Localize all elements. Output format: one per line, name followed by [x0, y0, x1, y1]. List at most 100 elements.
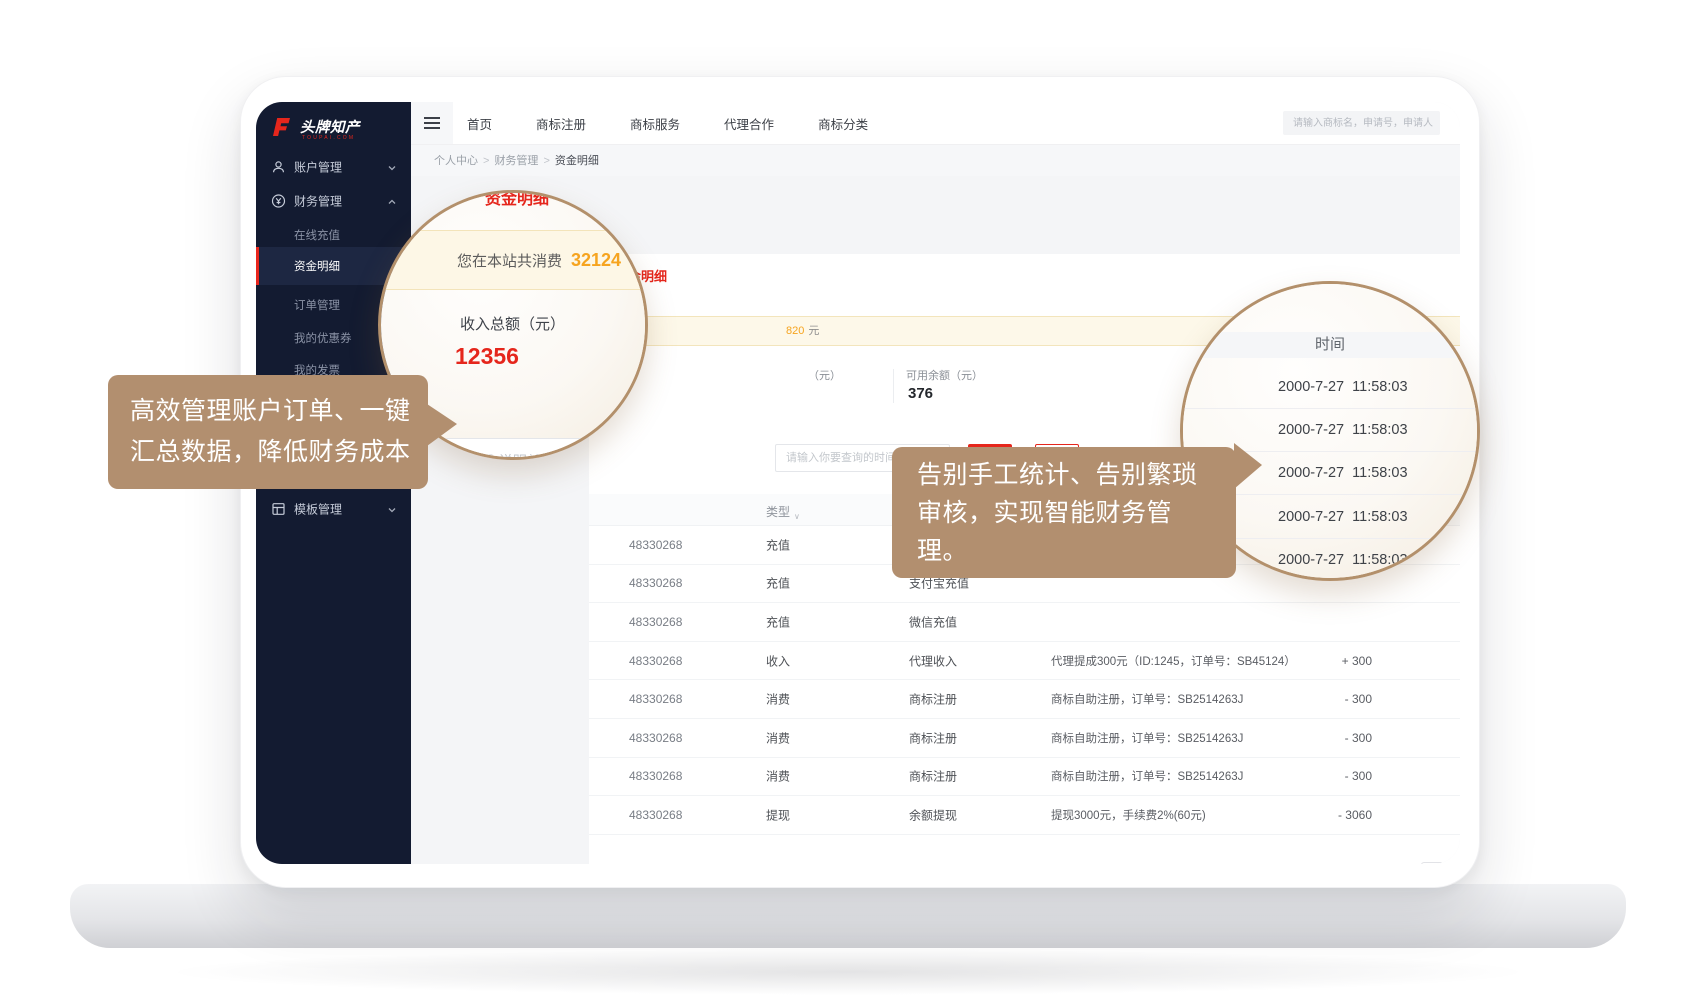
- cell-type: 消费: [766, 691, 790, 708]
- cell-project: 微信充值: [909, 613, 957, 630]
- table-row[interactable]: 48330268 收入 代理收入 代理提成300元（ID:1245，订单号：SB451…: [589, 642, 1460, 681]
- callout-right-arrow-icon: [1234, 443, 1262, 489]
- chevron-down-icon: [387, 162, 397, 172]
- breadcrumb: 个人中心 > 财务管理 > 资金明细: [411, 144, 1460, 176]
- cell-order-no: 48330268: [629, 654, 682, 668]
- stat-balance-value: 376: [908, 385, 933, 402]
- cell-type: 提现: [766, 806, 790, 823]
- magnified-income-label: 收入总额（元）: [460, 313, 565, 334]
- callout-left-line: 高效管理账户订单、一键: [130, 391, 428, 432]
- banner-unit: 元: [808, 325, 819, 337]
- cell-amount: + 300: [1342, 654, 1372, 668]
- chevron-down-icon: ∨: [794, 512, 800, 521]
- magnified-income-value: 12356: [455, 343, 519, 370]
- sidebar-item-label: 在线充值: [294, 227, 340, 243]
- sidebar-item-label: 模板管理: [294, 501, 342, 518]
- laptop-base: [70, 884, 1626, 948]
- table-row[interactable]: 48330268 消费 商标注册 商标自助注册，订单号：SB2514263J - 300…: [589, 719, 1460, 758]
- chevron-down-icon: [387, 504, 397, 514]
- table-row[interactable]: 48330268 消费 商标注册 商标自助注册，订单号：SB2514263J - 300…: [589, 680, 1460, 719]
- table-header-type[interactable]: 类型∨: [766, 503, 790, 520]
- cell-order-no: 48330268: [629, 615, 682, 629]
- sidebar-item-label: 我的优惠券: [294, 330, 352, 346]
- nav-item-代理合作[interactable]: 代理合作: [724, 114, 774, 133]
- page-button-1[interactable]: 1: [1449, 862, 1460, 864]
- breadcrumb-item[interactable]: 财务管理: [494, 155, 538, 167]
- stats-divider: [893, 369, 894, 403]
- table-row[interactable]: 48330268消费商标注册商标自助注册，订单号：SB2514263J- 300…: [589, 758, 1460, 797]
- magnified-consumption-banner: 您在本站共消费 32124: [381, 230, 645, 290]
- chevron-up-icon: [387, 196, 397, 206]
- cell-project: 商标注册: [909, 768, 957, 785]
- nav-item-商标服务[interactable]: 商标服务: [630, 114, 680, 133]
- pagination: ‹12345: [589, 862, 1460, 864]
- nav-item-商标注册[interactable]: 商标注册: [536, 114, 586, 133]
- cell-amount: - 300: [1345, 731, 1372, 745]
- cell-type: 消费: [766, 768, 790, 785]
- user-icon: [271, 160, 286, 175]
- sidebar-item-label: 财务管理: [294, 193, 342, 210]
- cell-order-no: 48330268: [629, 731, 682, 745]
- callout-right: 告别手工统计、告别繁琐审核，实现智能财务管理。: [892, 447, 1236, 578]
- brand-name: 头牌知产: [300, 116, 360, 137]
- magnified-keyword-input: 订单号/说明关键: [436, 438, 614, 457]
- cell-order-no: 48330268: [629, 576, 682, 590]
- table-row[interactable]: 48330268 充值 微信充值: [589, 603, 1460, 642]
- magnified-banner-prefix: 您在本站共消费: [457, 253, 562, 270]
- sidebar-item-label: 资金明细: [294, 258, 340, 274]
- breadcrumb-separator: >: [483, 155, 489, 167]
- stat-balance-label: 可用余额（元）: [906, 367, 983, 383]
- cell-desc: 商标自助注册，订单号：SB2514263J: [1051, 730, 1243, 746]
- cell-type: 收入: [766, 652, 790, 669]
- banner-amount-tail: 820 元: [786, 317, 819, 345]
- pagination-prev-button[interactable]: ‹: [1421, 862, 1443, 864]
- cell-project: 商标注册: [909, 691, 957, 708]
- magnified-time-row: 2000-7-27 11:58:03: [1183, 366, 1477, 409]
- brand-tagline: TOUPAI.COM: [302, 135, 355, 141]
- callout-right-line: 理。: [917, 532, 1236, 570]
- hamburger-icon: [424, 117, 440, 129]
- magnified-time-header: 时间: [1183, 332, 1477, 358]
- cell-desc: 商标自助注册，订单号：SB2514263J: [1051, 691, 1243, 707]
- callout-left-line: 汇总数据，降低财务成本: [130, 432, 428, 473]
- magnified-page-title: 资金明细: [485, 193, 549, 209]
- cell-project: 商标注册: [909, 729, 957, 746]
- magnified-keyword-placeholder: 订单号/说明关键: [453, 451, 555, 457]
- floor-shadow: [140, 948, 1556, 996]
- sidebar-item-财务管理[interactable]: 财务管理: [256, 182, 411, 220]
- topbar: 首页 商标注册 商标服务 代理合作 商标分类: [411, 102, 1460, 144]
- cell-order-no: 48330268: [629, 808, 682, 822]
- brand-logo[interactable]: 头牌知产 TOUPAI.COM: [269, 114, 409, 148]
- banner-tail-number: 820: [786, 325, 804, 337]
- cell-order-no: 48330268: [629, 769, 682, 783]
- nav-item-商标分类[interactable]: 商标分类: [818, 114, 868, 133]
- cell-amount: - 300: [1345, 692, 1372, 706]
- hamburger-button[interactable]: [411, 102, 453, 144]
- template-icon: [271, 502, 286, 517]
- cell-project: 余额提现: [909, 806, 957, 823]
- sidebar-item-账户管理[interactable]: 账户管理: [256, 148, 411, 186]
- breadcrumb-item[interactable]: 个人中心: [434, 155, 478, 167]
- magnified-time-row: 2000-7-27 11:58:03: [1183, 409, 1477, 452]
- cell-desc: 商标自助注册，订单号：SB2514263J: [1051, 768, 1243, 784]
- callout-left: 高效管理账户订单、一键汇总数据，降低财务成本: [108, 375, 428, 489]
- cell-amount: - 3060: [1338, 808, 1372, 822]
- time-query-placeholder: 请输入你要查询的时间: [786, 445, 896, 471]
- cell-desc: 提现3000元，手续费2%(60元): [1051, 807, 1206, 823]
- cell-desc: 代理提成300元（ID:1245，订单号：SB45124）: [1051, 653, 1296, 669]
- sidebar-item-模板管理[interactable]: 模板管理: [256, 490, 411, 528]
- cell-order-no: 48330268: [629, 538, 682, 552]
- stat-middle-label: （元）: [808, 367, 841, 383]
- table-row[interactable]: 48330268提现余额提现提现3000元，手续费2%(60元)- 3060¥1…: [589, 796, 1460, 835]
- breadcrumb-item: 资金明细: [555, 155, 599, 167]
- finance-icon: [271, 194, 286, 209]
- search-input[interactable]: [1283, 111, 1440, 135]
- nav-item-首页[interactable]: 首页: [467, 114, 492, 133]
- cell-project: 代理收入: [909, 652, 957, 669]
- cell-order-no: 48330268: [629, 692, 682, 706]
- cell-type: 消费: [766, 729, 790, 746]
- cell-type: 充值: [766, 613, 790, 630]
- sidebar-item-label: 账户管理: [294, 159, 342, 176]
- breadcrumb-separator: >: [543, 155, 549, 167]
- magnified-banner-amount: 32124: [571, 250, 621, 270]
